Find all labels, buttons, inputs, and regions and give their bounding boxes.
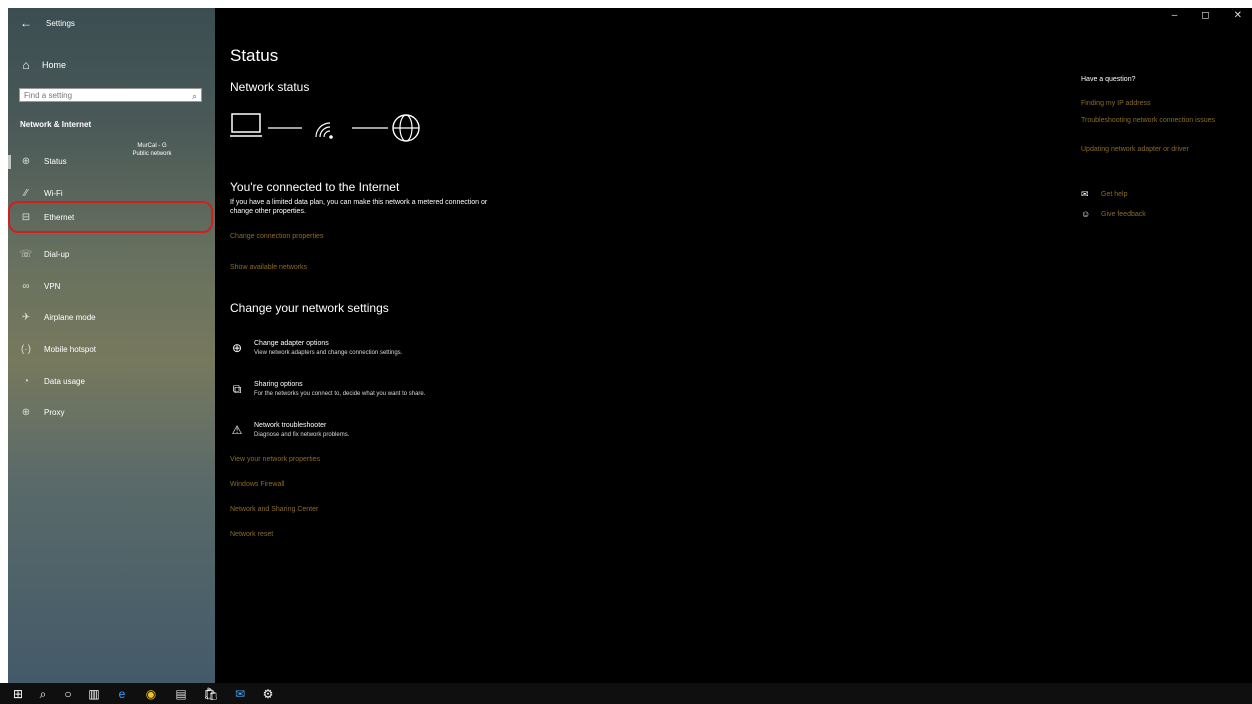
setting-desc: Diagnose and fix network problems. [254,432,350,438]
connected-description: If you have a limited data plan, you can… [230,199,488,216]
windows-firewall-link[interactable]: Windows Firewall [230,481,284,488]
screen-left-edge [0,0,8,704]
setting-desc: View network adapters and change connect… [254,350,403,356]
title-bar: ← Settings [20,16,75,30]
home-icon: ⌂ [22,58,30,72]
wifi-icon: ⁄⁄ [24,187,28,199]
hotspot-icon: (·) [21,343,31,355]
screen-top-edge [0,0,1252,8]
sidebar-item-ethernet[interactable]: ⊟ Ethernet [8,201,213,233]
chat-help-icon: ✉ [1081,189,1089,199]
network-reset-link[interactable]: Network reset [230,531,273,538]
connected-heading: You're connected to the Internet [230,180,400,194]
file-explorer-icon[interactable]: ▤ [173,686,189,702]
sidebar-item-label: Status [44,156,67,166]
change-adapter-options[interactable]: ⊕ Change adapter options View network ad… [230,340,550,364]
sidebar-item-label: Proxy [44,407,65,417]
get-help-link[interactable]: ✉ Get help [1081,189,1127,200]
sidebar-item-airplane-mode[interactable]: ✈ Airplane mode [8,302,215,332]
vpn-icon: ∞ [22,280,30,292]
mail-icon[interactable]: ✉ [232,686,248,702]
show-available-networks-link[interactable]: Show available networks [230,264,307,271]
internet-globe-icon [392,114,420,142]
section-title: Network & Internet [20,120,92,129]
dialup-icon: ☏ [19,248,33,260]
taskbar: ⊞ ⌕ ○ ▥ e ◉ ▤ 🛍 ✉ ⚙ [0,683,1252,704]
airplane-icon: ✈ [21,311,31,323]
network-troubleshooter[interactable]: ⚠ Network troubleshooter Diagnose and fi… [230,422,550,446]
home-link[interactable]: ⌂ Home [20,58,67,72]
network-name: MurCal - G [137,143,167,149]
sidebar-item-data-usage[interactable]: ◔ Data usage [8,366,215,396]
window-controls: – ◻ ✕ [1172,10,1242,21]
setting-desc: For the networks you connect to, decide … [254,391,426,397]
change-settings-heading: Change your network settings [230,301,389,315]
sidebar-item-label: VPN [44,281,61,291]
sidebar-item-label: Ethernet [44,212,75,222]
proxy-globe-icon: ⊕ [21,406,31,418]
settings-gear-icon[interactable]: ⚙ [260,686,276,702]
get-help-label: Get help [1101,191,1128,198]
sidebar-item-label: Mobile hotspot [44,344,97,354]
network-status-diagram [230,113,420,142]
finding-ip-address-link[interactable]: Finding my IP address [1081,100,1231,108]
sharing-options[interactable]: ⧉ Sharing options For the networks you c… [230,381,550,405]
sidebar-item-vpn[interactable]: ∞ VPN [8,271,215,301]
network-status-heading: Network status [230,80,310,94]
data-usage-icon: ◔ [22,375,30,387]
sidebar: ← Settings ⌂ Home Find a setting ⌕ Netwo… [8,8,215,683]
back-arrow-icon[interactable]: ← [20,16,32,30]
windows-start-icon[interactable]: ⊞ [10,686,26,702]
status-globe-icon: ⊕ [21,155,31,167]
change-connection-properties-link[interactable]: Change connection properties [230,233,323,240]
wifi-signal-icon [315,122,333,139]
search-icon: ⌕ [191,91,197,101]
home-label: Home [42,60,67,70]
search-input[interactable]: Find a setting ⌕ [19,88,202,102]
sharing-icon: ⧉ [232,382,242,396]
maximize-button[interactable]: ◻ [1201,10,1209,21]
cortana-icon[interactable]: ○ [60,686,76,702]
sidebar-item-label: Data usage [44,376,85,386]
network-sharing-center-link[interactable]: Network and Sharing Center [230,506,318,513]
setting-title: Network troubleshooter [254,422,327,429]
warning-icon: ⚠ [231,423,243,437]
sidebar-item-label: Airplane mode [44,312,96,322]
sidebar-item-label: Wi-Fi [44,188,63,198]
sidebar-item-proxy[interactable]: ⊕ Proxy [8,397,215,427]
feedback-icon: ☺ [1081,209,1091,219]
give-feedback-link[interactable]: ☺ Give feedback [1081,209,1146,219]
window-title: Settings [46,18,75,28]
search-icon[interactable]: ⌕ [35,686,51,702]
adapter-icon: ⊕ [231,341,243,355]
sidebar-item-mobile-hotspot[interactable]: (·) Mobile hotspot [8,334,215,364]
chrome-browser-icon[interactable]: ◉ [143,686,159,702]
sidebar-item-label: Dial-up [44,249,70,259]
sidebar-item-dialup[interactable]: ☏ Dial-up [8,239,215,269]
updating-network-adapter-link[interactable]: Updating network adapter or driver [1081,146,1231,154]
ethernet-icon: ⊟ [21,211,31,223]
edge-browser-icon[interactable]: e [114,686,130,702]
setting-title: Sharing options [254,381,303,388]
have-a-question-heading: Have a question? [1081,76,1136,83]
setting-title: Change adapter options [254,340,329,347]
network-type: Public network [132,151,172,157]
troubleshooting-network-link[interactable]: Troubleshooting network connection issue… [1081,117,1231,125]
view-network-properties-link[interactable]: View your network properties [230,456,320,463]
close-button[interactable]: ✕ [1234,10,1242,21]
page-title: Status [230,46,279,65]
store-icon[interactable]: 🛍 [203,686,219,702]
laptop-icon [230,113,262,137]
task-view-icon[interactable]: ▥ [86,686,102,702]
search-placeholder: Find a setting [24,90,73,100]
minimize-button[interactable]: – [1172,10,1178,21]
give-feedback-label: Give feedback [1101,210,1146,218]
